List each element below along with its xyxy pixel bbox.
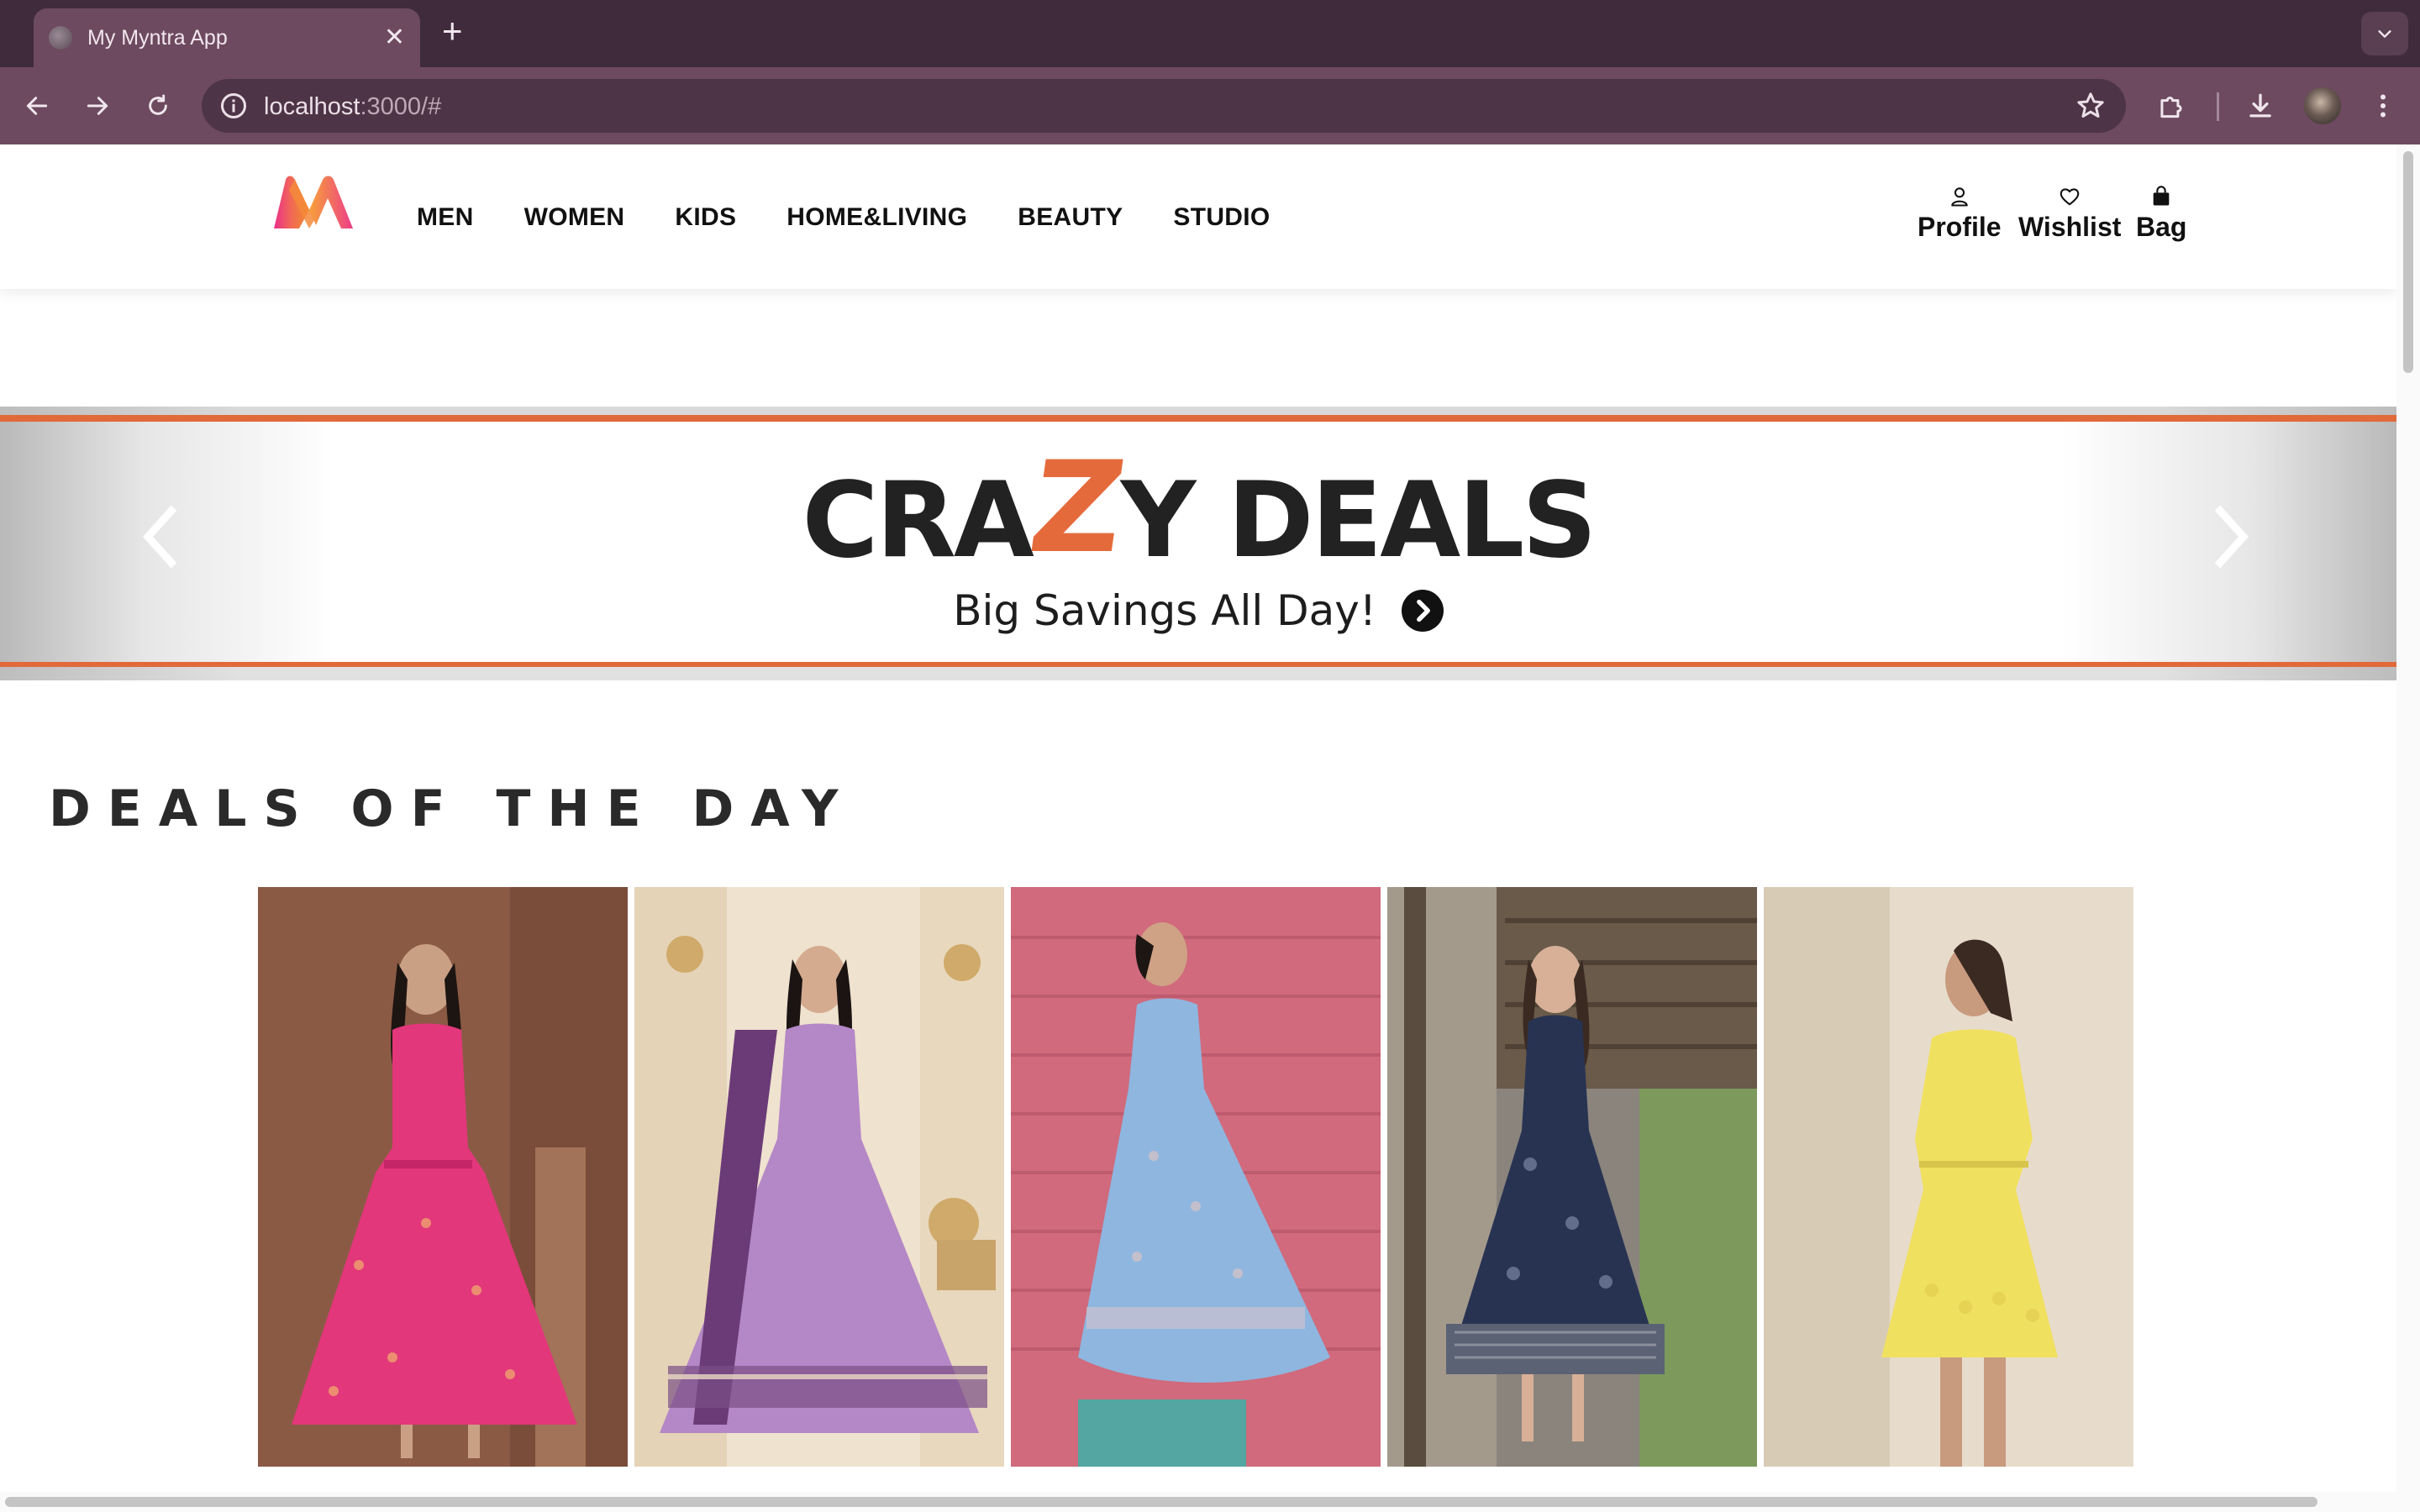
nav-women[interactable]: WOMEN (524, 203, 625, 232)
chevron-down-icon (2378, 30, 2391, 38)
deal-card[interactable] (1764, 887, 2133, 1467)
toolbar-separator (2217, 92, 2219, 121)
profile-avatar[interactable] (2304, 87, 2341, 124)
deal-card[interactable] (1387, 887, 1757, 1467)
nav-home-living[interactable]: HOME&LIVING (786, 203, 967, 232)
banner-bottom-stripe (0, 662, 2396, 669)
tab-favicon-icon (49, 26, 72, 50)
banner-title: CRAZY DEALS (0, 435, 2396, 586)
deals-grid (258, 887, 2133, 1467)
wishlist-label: Wishlist (2018, 212, 2122, 242)
wishlist-action[interactable]: Wishlist (2018, 185, 2121, 243)
banner-go-button[interactable] (1401, 589, 1444, 632)
person-icon (1950, 187, 1968, 207)
forward-arrow-icon (87, 97, 108, 115)
site-info-icon[interactable] (218, 91, 249, 121)
bookmark-star-icon[interactable] (2074, 89, 2107, 123)
vertical-scroll-thumb[interactable] (2403, 151, 2413, 373)
reload-button[interactable] (136, 84, 180, 128)
banner-top-stripe (0, 415, 2396, 422)
tab-title: My Myntra App (87, 25, 228, 50)
horizontal-scrollbar[interactable] (0, 1492, 2420, 1512)
banner-title-pre: CRA (802, 460, 1034, 581)
heart-icon (2060, 188, 2080, 206)
nav-kids[interactable]: KIDS (675, 203, 736, 232)
carousel-next-icon[interactable] (2203, 499, 2257, 575)
kebab-menu-icon (2381, 94, 2386, 118)
bag-label: Bag (2136, 212, 2187, 242)
menu-button[interactable] (2363, 86, 2403, 126)
web-page: MEN WOMEN KIDS HOME&LIVING BEAUTY STUDIO… (0, 144, 2396, 1492)
banner-title-z: Z (1021, 435, 1131, 581)
profile-action[interactable]: Profile (1918, 185, 2002, 243)
browser-tabstrip: My Myntra App ✕ + (0, 0, 2420, 67)
deal-card[interactable] (258, 887, 628, 1467)
site-header: MEN WOMEN KIDS HOME&LIVING BEAUTY STUDIO… (0, 144, 2396, 289)
crazy-deals-banner[interactable]: CRAZY DEALS Big Savings All Day! (0, 407, 2396, 680)
forward-button[interactable] (76, 84, 119, 128)
nav-beauty[interactable]: BEAUTY (1018, 203, 1123, 232)
browser-toolbar: localhost:3000/# (0, 67, 2420, 144)
new-tab-button[interactable]: + (442, 13, 463, 49)
banner-subtitle: Big Savings All Day! (953, 586, 1376, 635)
bag-action[interactable]: Bag (2136, 185, 2186, 243)
chevron-right-icon (1416, 599, 1430, 622)
deal-image-yellow-dress (1764, 887, 2133, 1467)
url-text: localhost:3000/# (264, 93, 441, 121)
downloads-button[interactable] (2240, 86, 2281, 126)
horizontal-scroll-thumb[interactable] (5, 1497, 2317, 1507)
deal-image-lavender-anarkali (634, 887, 1004, 1467)
url-path: :3000/# (360, 93, 442, 120)
deals-heading: DEALS OF THE DAY (49, 780, 855, 838)
url-host: localhost (264, 93, 360, 120)
nav-men[interactable]: MEN (417, 203, 474, 232)
deal-image-blue-gown (1011, 887, 1381, 1467)
browser-tab[interactable]: My Myntra App ✕ (34, 8, 420, 67)
back-button[interactable] (15, 84, 59, 128)
extensions-button[interactable] (2151, 86, 2191, 126)
profile-label: Profile (1918, 212, 2002, 242)
tab-search-button[interactable] (2361, 12, 2408, 55)
download-icon (2249, 93, 2271, 118)
vertical-scrollbar[interactable] (2396, 144, 2420, 1492)
back-arrow-icon (26, 97, 48, 115)
carousel-prev-icon[interactable] (134, 499, 188, 575)
deal-card[interactable] (1011, 887, 1381, 1467)
banner-subtitle-row: Big Savings All Day! (0, 586, 2396, 635)
tab-close-icon[interactable]: ✕ (384, 25, 405, 50)
shopping-bag-icon (2153, 186, 2170, 206)
address-bar[interactable]: localhost:3000/# (202, 79, 2126, 133)
nav-studio[interactable]: STUDIO (1173, 203, 1270, 232)
reload-icon (149, 94, 167, 115)
deal-card[interactable] (634, 887, 1004, 1467)
puzzle-icon (2160, 97, 2182, 118)
deal-image-navy-dress (1387, 887, 1757, 1467)
deal-image-pink-dress (258, 887, 628, 1467)
myntra-logo[interactable] (271, 173, 358, 235)
banner-title-post: Y DEALS (1120, 460, 1597, 581)
main-nav: MEN WOMEN KIDS HOME&LIVING BEAUTY STUDIO (417, 203, 1321, 232)
